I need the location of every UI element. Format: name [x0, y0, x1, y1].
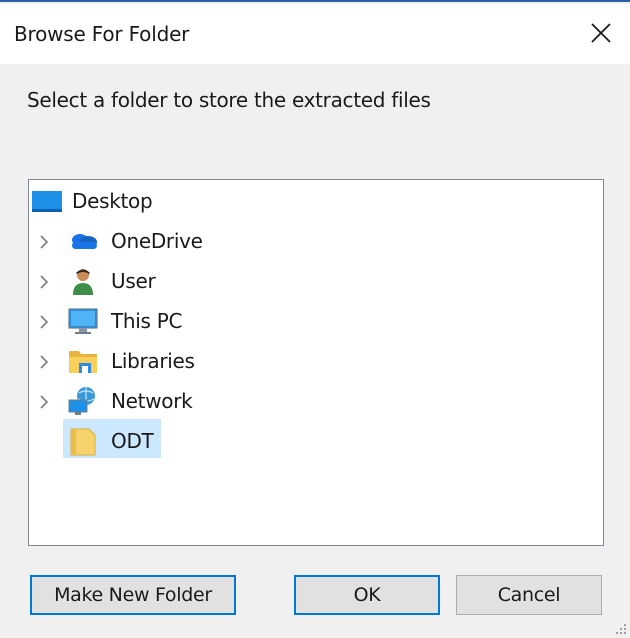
instruction-text: Select a folder to store the extracted f…: [27, 88, 431, 112]
tree-item-this-pc[interactable]: This PC: [29, 302, 603, 340]
close-icon: [591, 23, 611, 43]
chevron-right-icon[interactable]: [36, 314, 52, 330]
tree-item-network[interactable]: Network: [29, 382, 603, 420]
tree-item-label: Libraries: [111, 349, 195, 373]
make-new-folder-button[interactable]: Make New Folder: [30, 575, 236, 615]
close-button[interactable]: [582, 14, 620, 52]
cancel-button[interactable]: Cancel: [456, 575, 602, 615]
resize-grip-icon[interactable]: [615, 623, 627, 635]
ok-button[interactable]: OK: [294, 575, 440, 615]
chevron-right-icon[interactable]: [36, 234, 52, 250]
computer-icon: [68, 308, 98, 334]
folder-tree[interactable]: Desktop OneDrive User This PC Libraries …: [28, 179, 604, 546]
tree-item-user[interactable]: User: [29, 262, 603, 300]
tree-item-label: User: [111, 269, 156, 293]
tree-item-label: ODT: [111, 429, 154, 453]
dialog-title: Browse For Folder: [14, 22, 190, 46]
browse-for-folder-dialog: Browse For Folder Select a folder to sto…: [0, 0, 630, 638]
tree-item-desktop[interactable]: Desktop: [29, 182, 603, 220]
chevron-right-icon[interactable]: [36, 354, 52, 370]
desktop-icon: [32, 191, 62, 212]
tree-item-label: This PC: [111, 309, 183, 333]
tree-item-odt[interactable]: ODT: [63, 422, 161, 460]
chevron-right-icon[interactable]: [36, 394, 52, 410]
user-icon: [73, 269, 93, 295]
tree-item-libraries[interactable]: Libraries: [29, 342, 603, 380]
tree-item-label: OneDrive: [111, 229, 203, 253]
tree-item-onedrive[interactable]: OneDrive: [29, 222, 603, 260]
folder-icon: [70, 428, 96, 456]
title-bar: Browse For Folder: [0, 4, 630, 64]
chevron-right-icon[interactable]: [36, 274, 52, 290]
libraries-icon: [69, 351, 97, 373]
network-icon: [68, 387, 95, 415]
tree-item-label: Network: [111, 389, 193, 413]
cloud-icon: [72, 234, 97, 249]
tree-item-label: Desktop: [72, 189, 153, 213]
